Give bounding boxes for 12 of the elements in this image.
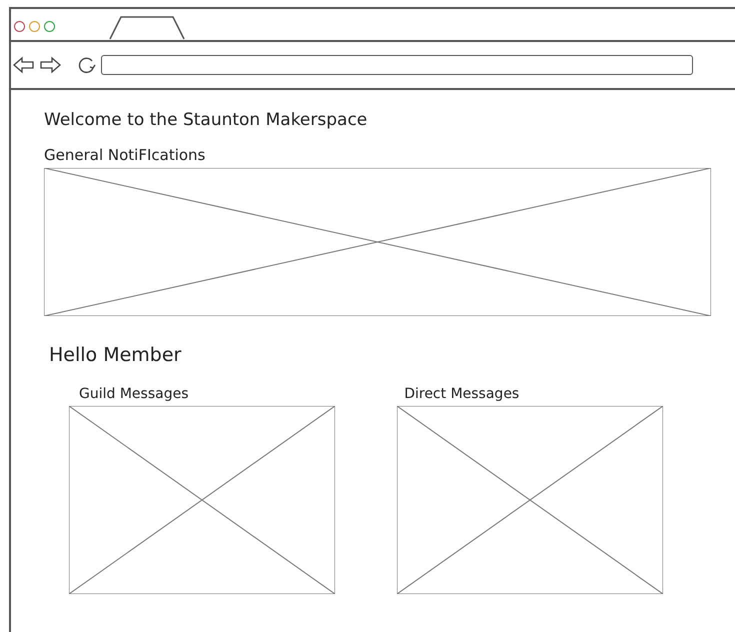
panel-title: Direct Messages (404, 386, 520, 404)
maximize-window-icon[interactable] (44, 21, 55, 32)
back-arrow-icon[interactable] (13, 56, 35, 74)
section-title: General NotiFIcations (44, 146, 206, 166)
panel-title: Guild Messages (79, 386, 190, 404)
forward-arrow-icon[interactable] (39, 56, 61, 74)
page-heading: Welcome to the Staunton Makerspace (44, 110, 368, 132)
reload-icon[interactable] (77, 55, 97, 75)
greeting-heading: Hello Member (49, 344, 182, 368)
address-bar[interactable] (101, 55, 693, 75)
close-window-icon[interactable] (14, 21, 25, 32)
browser-tab[interactable] (109, 16, 185, 40)
